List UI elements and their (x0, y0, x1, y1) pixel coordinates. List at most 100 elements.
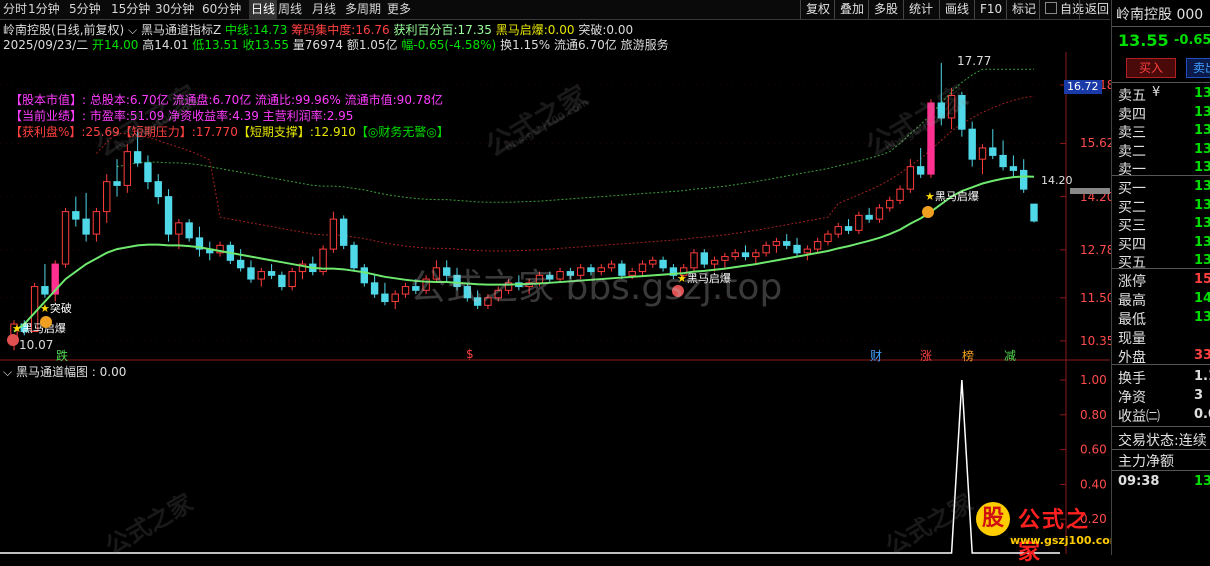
candle[interactable] (752, 249, 760, 265)
indicator-name[interactable]: 黑马通道指标Z (141, 23, 221, 37)
toolbar-button-1[interactable]: 叠加 (834, 0, 869, 19)
tab-9[interactable]: 多周期 (345, 0, 381, 19)
candle[interactable] (206, 241, 214, 261)
candle[interactable] (834, 222, 842, 238)
tab-0[interactable]: 分时 (3, 0, 27, 19)
candle[interactable] (741, 245, 750, 261)
candle[interactable] (298, 260, 307, 280)
event-die[interactable]: 跌 (56, 347, 68, 364)
candle[interactable] (61, 207, 70, 268)
candle[interactable] (649, 256, 657, 268)
candle[interactable] (92, 207, 101, 242)
toolbar-button-0[interactable]: 复权 (800, 0, 835, 19)
candle[interactable] (350, 241, 358, 272)
candle[interactable] (144, 155, 152, 190)
candle[interactable] (865, 207, 873, 223)
candle[interactable] (473, 290, 482, 310)
candle[interactable] (669, 264, 678, 280)
candle[interactable] (154, 174, 162, 205)
candle[interactable] (319, 245, 327, 276)
candle[interactable] (937, 62, 945, 126)
candle[interactable] (340, 215, 348, 250)
toolbar-button-8[interactable]: 返回 (1079, 0, 1114, 19)
tab-7[interactable]: 周线 (278, 0, 302, 19)
tab-8[interactable]: 月线 (312, 0, 336, 19)
candle[interactable] (896, 185, 904, 205)
candle[interactable] (51, 260, 59, 302)
toolbar-button-2[interactable]: 多股 (868, 0, 903, 19)
candle[interactable] (422, 275, 430, 295)
candle[interactable] (381, 282, 389, 306)
candle[interactable] (989, 129, 997, 160)
candle[interactable] (525, 279, 533, 295)
candle[interactable] (546, 271, 554, 283)
toolbar-button-4[interactable]: 画线 (939, 0, 974, 19)
candle[interactable] (1030, 203, 1038, 223)
candle[interactable] (236, 249, 245, 272)
candle[interactable] (597, 264, 605, 276)
candle[interactable] (504, 279, 513, 295)
toolbar-button-5[interactable]: F10 (974, 0, 1007, 19)
checkbox-icon[interactable] (1045, 2, 1057, 14)
event-jian[interactable]: 减 (1004, 347, 1016, 364)
toolbar-button-6[interactable]: 标记 (1006, 0, 1041, 19)
candle[interactable] (783, 234, 791, 250)
candle[interactable] (875, 204, 884, 223)
candle[interactable] (803, 245, 812, 261)
candle[interactable] (855, 211, 863, 235)
sub-toggle-icon[interactable]: ⌵ (3, 365, 12, 379)
candle[interactable] (638, 260, 647, 276)
candle[interactable] (793, 237, 801, 257)
candle[interactable] (370, 275, 379, 298)
candle[interactable] (103, 174, 111, 223)
candle[interactable] (927, 99, 935, 178)
event-cai[interactable]: 财 (870, 347, 882, 364)
candle[interactable] (762, 241, 770, 257)
candle[interactable] (556, 267, 564, 283)
candle[interactable] (113, 159, 121, 197)
candle[interactable] (824, 230, 832, 246)
candle[interactable] (700, 249, 708, 268)
candle[interactable] (401, 282, 410, 298)
tab-6[interactable]: 日线 (249, 0, 278, 19)
candle[interactable] (772, 237, 781, 253)
candle[interactable] (607, 260, 616, 272)
candle[interactable] (164, 189, 173, 242)
candle[interactable] (968, 121, 976, 167)
candle[interactable] (978, 144, 987, 175)
candle[interactable] (721, 252, 729, 268)
tab-2[interactable]: 5分钟 (69, 0, 101, 19)
candle[interactable] (432, 260, 441, 283)
candle[interactable] (41, 264, 49, 298)
candle[interactable] (958, 91, 966, 137)
candle[interactable] (267, 264, 276, 280)
candle[interactable] (576, 264, 585, 280)
candle[interactable] (566, 267, 575, 280)
event-bang[interactable]: 榜 (962, 347, 974, 364)
event-zhang[interactable]: 涨 (920, 347, 932, 364)
candle[interactable] (123, 144, 132, 193)
sub-panel-title[interactable]: ⌵ 黑马通道幅图 : 0.00 (3, 363, 126, 380)
tab-5[interactable]: 60分钟 (202, 0, 241, 19)
candle[interactable] (288, 267, 296, 291)
tab-10[interactable]: 更多 (387, 0, 411, 19)
candle[interactable] (216, 241, 224, 257)
candle[interactable] (906, 159, 915, 193)
event-dollar[interactable]: $ (466, 347, 474, 361)
candle[interactable] (947, 87, 956, 130)
candle[interactable] (659, 256, 667, 272)
candle[interactable] (195, 226, 204, 257)
candle[interactable] (813, 237, 822, 253)
buy-button[interactable]: 买入 (1126, 58, 1176, 78)
candle[interactable] (82, 192, 90, 242)
candle[interactable] (618, 260, 626, 280)
candle[interactable] (391, 290, 399, 310)
candle[interactable] (886, 196, 894, 212)
sell-button[interactable]: 卖出 (1186, 58, 1210, 78)
candle[interactable] (257, 267, 265, 287)
candle[interactable] (731, 249, 739, 261)
candle[interactable] (844, 219, 853, 235)
candle[interactable] (247, 260, 255, 283)
candle[interactable] (515, 275, 523, 291)
candle[interactable] (916, 147, 925, 178)
